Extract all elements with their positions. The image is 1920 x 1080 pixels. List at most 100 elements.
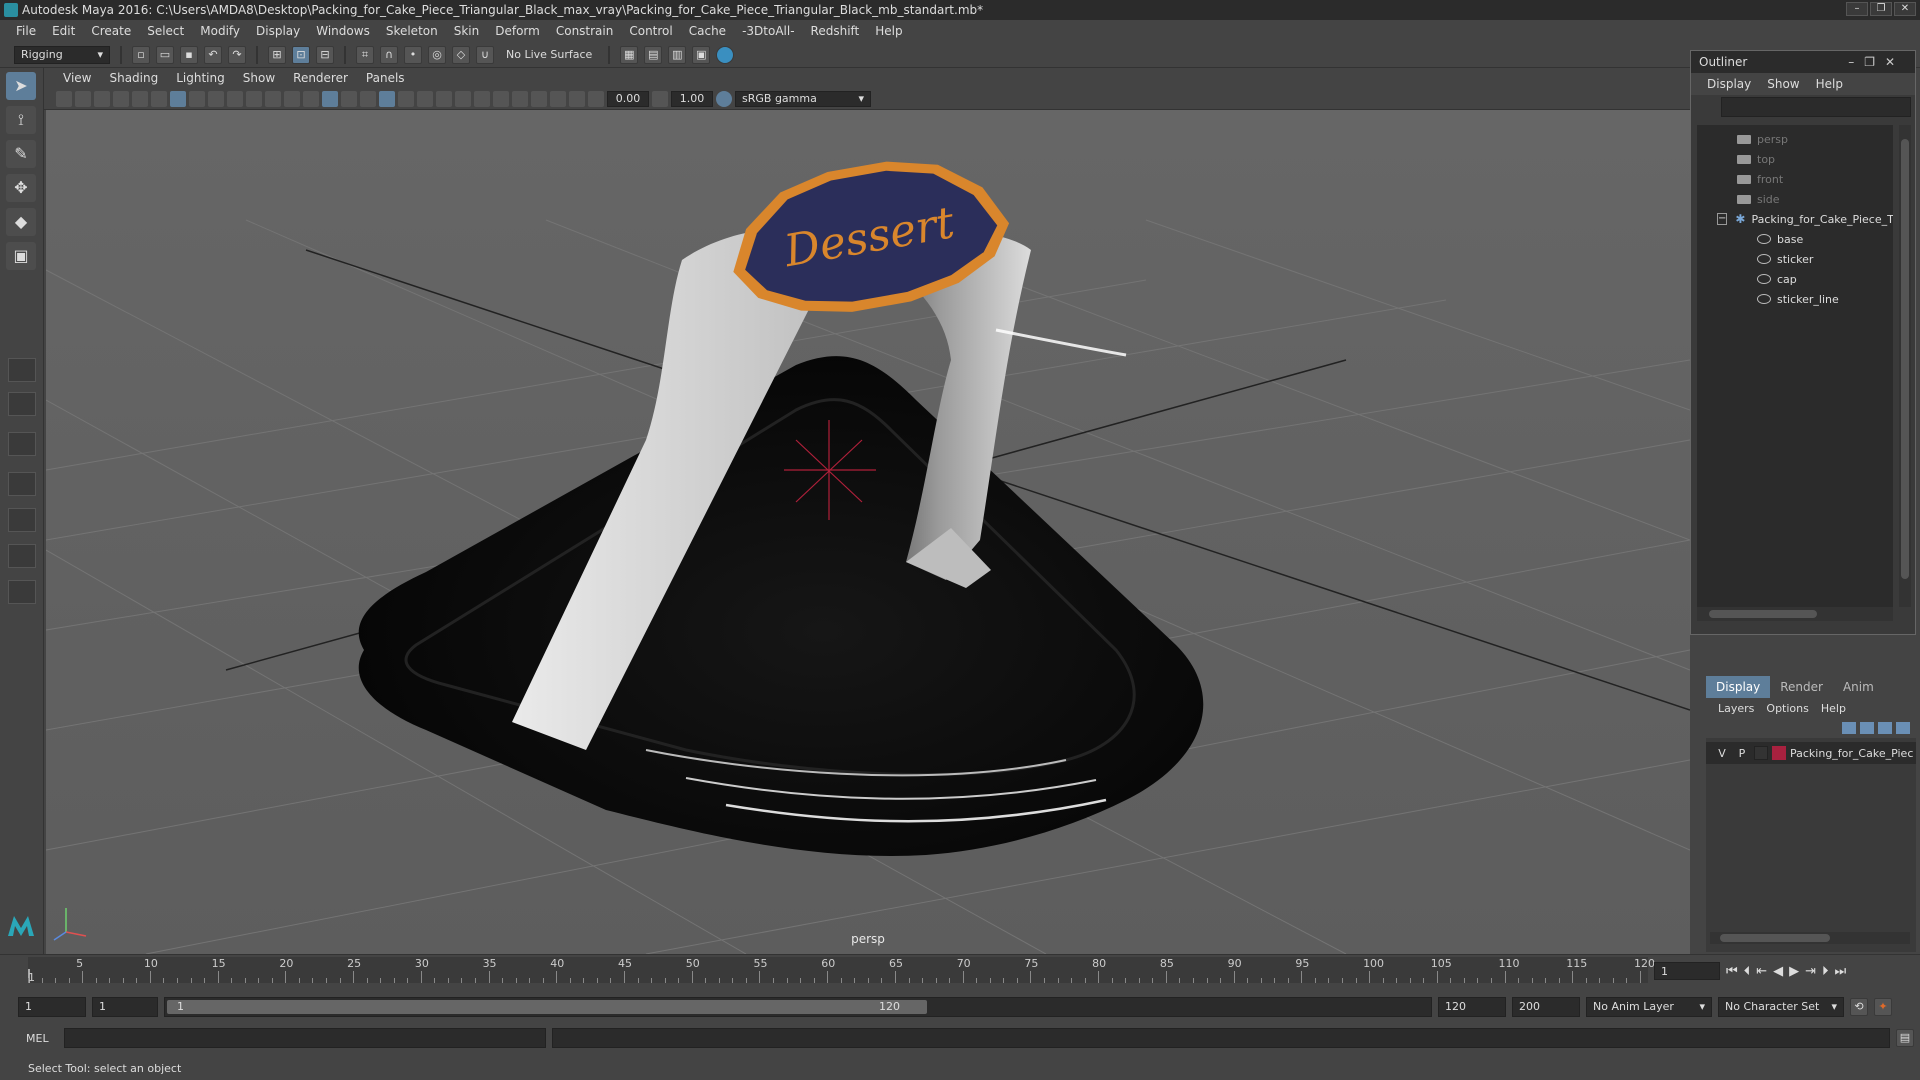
wireframe-icon[interactable] — [303, 90, 319, 107]
xray-joints-icon[interactable] — [569, 90, 585, 107]
move-layer-up-icon[interactable] — [1842, 722, 1856, 734]
command-language-label[interactable]: MEL — [26, 1032, 58, 1045]
layer-menu-options[interactable]: Options — [1760, 702, 1814, 715]
play-forwards-icon[interactable]: ▶ — [1789, 964, 1799, 979]
graph-persp-layout-icon[interactable] — [8, 508, 36, 532]
outliner-vertical-scrollbar[interactable] — [1899, 125, 1911, 607]
paint-select-tool-icon[interactable]: ✎ — [6, 140, 36, 168]
step-back-key-icon[interactable]: ⇤ — [1756, 964, 1767, 979]
time-slider[interactable]: 1 5 10 15 20 25 30 35 40 45 50 55 60 65 70 75 80 85 90 95 1… — [0, 954, 1920, 988]
viewport-menu-panels[interactable]: Panels — [357, 71, 414, 85]
screen-space-ao-icon[interactable] — [436, 90, 452, 107]
animation-preferences-icon[interactable]: ✦ — [1874, 998, 1892, 1016]
minimize-button[interactable]: – — [1846, 2, 1868, 16]
move-tool-icon[interactable]: ✥ — [6, 174, 36, 202]
open-scene-icon[interactable]: ▭ — [156, 45, 174, 64]
multisample-aa-icon[interactable] — [474, 90, 490, 107]
anim-layer-dropdown[interactable]: No Anim Layer ▾ — [1586, 997, 1712, 1017]
gamma-field[interactable]: 1.00 — [671, 90, 713, 107]
hypershade-icon[interactable] — [716, 45, 735, 64]
range-slider[interactable]: 1 120 — [164, 997, 1432, 1017]
snap-view-icon[interactable]: ◎ — [428, 45, 446, 64]
scale-tool-icon[interactable]: ▣ — [6, 242, 36, 270]
menu-help[interactable]: Help — [867, 24, 910, 38]
select-by-hierarchy-icon[interactable]: ⊞ — [268, 45, 286, 64]
rotate-tool-icon[interactable]: ◆ — [6, 208, 36, 236]
undo-icon[interactable]: ↶ — [204, 45, 222, 64]
menu-skin[interactable]: Skin — [446, 24, 488, 38]
menu-constrain[interactable]: Constrain — [548, 24, 622, 38]
perspective-viewport[interactable]: Dessert persp — [46, 110, 1690, 954]
move-layer-down-icon[interactable] — [1860, 722, 1874, 734]
outliner-item-persp[interactable]: persp — [1697, 129, 1893, 149]
use-all-lights-icon[interactable] — [398, 90, 414, 107]
safe-title-icon[interactable] — [284, 90, 300, 107]
outliner-item-sticker[interactable]: sticker — [1697, 249, 1893, 269]
custom-layout-icon[interactable] — [8, 580, 36, 604]
outliner-horizontal-scrollbar[interactable] — [1697, 607, 1893, 621]
resolution-gate-icon[interactable] — [208, 90, 224, 107]
xray-active-icon[interactable] — [550, 90, 566, 107]
four-view-layout-icon[interactable] — [8, 392, 36, 416]
layer-playback-toggle[interactable]: P — [1734, 747, 1750, 760]
viewport-menu-renderer[interactable]: Renderer — [284, 71, 357, 85]
menu-3dtoall[interactable]: -3DtoAll- — [734, 24, 802, 38]
outliner-titlebar[interactable]: Outliner –❐✕ — [1691, 51, 1915, 73]
image-plane-icon[interactable] — [113, 90, 129, 107]
outliner-item-cap[interactable]: cap — [1697, 269, 1893, 289]
outliner-window-controls[interactable]: –❐✕ — [1848, 55, 1915, 69]
ipr-render-icon[interactable]: ▥ — [668, 45, 687, 64]
tab-display[interactable]: Display — [1706, 676, 1771, 698]
animation-end-field[interactable]: 200 — [1512, 997, 1580, 1017]
exposure-field[interactable]: 0.00 — [607, 90, 649, 107]
textured-icon[interactable] — [379, 90, 395, 107]
menu-modify[interactable]: Modify — [192, 24, 248, 38]
snap-magnet-icon[interactable]: ∪ — [476, 45, 494, 64]
menu-deform[interactable]: Deform — [487, 24, 548, 38]
outliner-menu-display[interactable]: Display — [1699, 77, 1759, 91]
outliner-search-input[interactable] — [1721, 97, 1911, 117]
shadows-icon[interactable] — [417, 90, 433, 107]
command-input[interactable] — [64, 1028, 546, 1048]
new-layer-icon[interactable] — [1878, 722, 1892, 734]
film-gate-icon[interactable] — [189, 90, 205, 107]
depth-of-field-icon[interactable] — [493, 90, 509, 107]
menu-windows[interactable]: Windows — [308, 24, 378, 38]
outliner-item-base[interactable]: base — [1697, 229, 1893, 249]
exposure-icon[interactable] — [588, 90, 604, 107]
color-management-icon[interactable] — [716, 90, 732, 107]
layer-horizontal-scrollbar[interactable] — [1710, 932, 1910, 944]
tab-render[interactable]: Render — [1770, 676, 1833, 698]
menuset-dropdown[interactable]: Rigging ▾ — [14, 45, 110, 64]
smooth-shade-icon[interactable] — [322, 90, 338, 107]
step-back-frame-icon[interactable]: ⏴ — [1744, 964, 1751, 979]
select-tool-icon[interactable]: ➤ — [6, 72, 36, 100]
menu-edit[interactable]: Edit — [44, 24, 83, 38]
collapse-icon[interactable]: − — [1717, 213, 1728, 225]
two-view-layout-icon[interactable] — [8, 432, 36, 456]
render-view-icon[interactable]: ▣ — [692, 45, 711, 64]
playback-start-field[interactable]: 1 — [92, 997, 158, 1017]
grid-icon[interactable] — [170, 90, 186, 107]
layer-row[interactable]: V P Packing_for_Cake_Piec — [1706, 742, 1916, 764]
motion-blur-icon[interactable] — [455, 90, 471, 107]
outliner-item-group[interactable]: − ✱ Packing_for_Cake_Piece_Tr — [1697, 209, 1893, 229]
menu-create[interactable]: Create — [83, 24, 139, 38]
layer-menu-help[interactable]: Help — [1815, 702, 1852, 715]
safe-action-icon[interactable] — [265, 90, 281, 107]
camera-attributes-icon[interactable] — [75, 90, 91, 107]
menu-display[interactable]: Display — [248, 24, 308, 38]
snap-point-icon[interactable]: • — [404, 45, 422, 64]
wireframe-on-shaded-icon[interactable] — [360, 90, 376, 107]
grease-pencil-icon[interactable] — [151, 90, 167, 107]
go-to-start-icon[interactable]: ⏮ — [1726, 964, 1738, 979]
bookmark-icon[interactable] — [94, 90, 110, 107]
menu-skeleton[interactable]: Skeleton — [378, 24, 446, 38]
outliner-item-front[interactable]: front — [1697, 169, 1893, 189]
field-chart-icon[interactable] — [246, 90, 262, 107]
redo-icon[interactable]: ↷ — [228, 45, 246, 64]
single-view-layout-icon[interactable] — [8, 358, 36, 382]
view-transform-dropdown[interactable]: sRGB gamma ▾ — [735, 90, 871, 107]
viewport-menu-show[interactable]: Show — [234, 71, 284, 85]
tab-anim[interactable]: Anim — [1833, 676, 1884, 698]
